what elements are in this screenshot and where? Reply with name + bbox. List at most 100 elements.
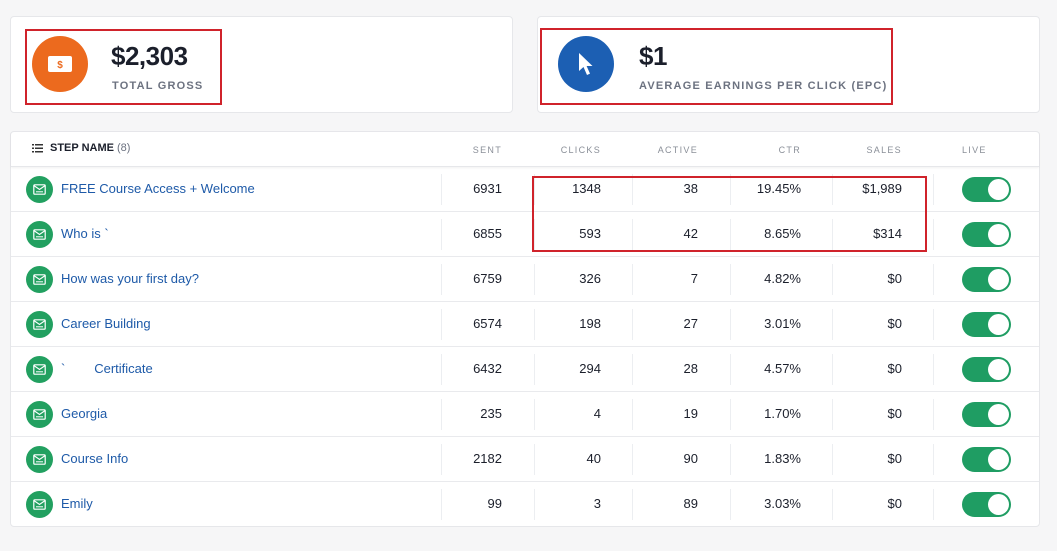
toggle-knob — [988, 494, 1009, 515]
sent-value: 235 — [480, 406, 502, 421]
column-divider — [832, 399, 833, 430]
column-divider — [933, 219, 934, 250]
step-name-link[interactable]: Course Info — [61, 451, 128, 466]
column-divider — [441, 399, 442, 430]
column-header-active[interactable]: ACTIVE — [658, 145, 698, 155]
email-step-icon — [26, 491, 53, 518]
column-divider — [730, 399, 731, 430]
column-header-live[interactable]: LIVE — [962, 145, 987, 155]
column-divider — [534, 399, 535, 430]
column-divider — [534, 489, 535, 520]
column-divider — [832, 264, 833, 295]
toggle-knob — [988, 314, 1009, 335]
column-divider — [632, 399, 633, 430]
highlight-box-epc — [540, 28, 893, 105]
sales-value: $0 — [887, 406, 902, 421]
step-name-link[interactable]: Emily — [61, 496, 93, 511]
sales-value: $0 — [887, 451, 902, 466]
sales-value: $0 — [887, 496, 902, 511]
column-divider — [441, 354, 442, 385]
ctr-value: 1.70% — [764, 406, 801, 421]
column-divider — [632, 309, 633, 340]
sent-value: 6855 — [473, 226, 502, 241]
clicks-value: 198 — [579, 316, 601, 331]
ctr-value: 3.03% — [764, 496, 801, 511]
sent-value: 2182 — [473, 451, 502, 466]
step-name-link[interactable]: Georgia — [61, 406, 107, 421]
active-value: 89 — [683, 496, 698, 511]
live-toggle[interactable] — [962, 312, 1011, 337]
step-name-link[interactable]: FREE Course Access + Welcome — [61, 181, 255, 196]
highlight-box-top-rows — [532, 176, 927, 252]
column-divider — [933, 399, 934, 430]
column-divider — [441, 444, 442, 475]
toggle-knob — [988, 179, 1009, 200]
column-divider — [441, 309, 442, 340]
column-header-sales[interactable]: SALES — [866, 145, 902, 155]
step-name-header[interactable]: STEP NAME (8) — [32, 142, 130, 154]
column-divider — [933, 354, 934, 385]
step-name-link[interactable]: ` Certificate — [61, 361, 153, 376]
clicks-value: 326 — [579, 271, 601, 286]
column-divider — [832, 444, 833, 475]
active-value: 90 — [683, 451, 698, 466]
live-toggle[interactable] — [962, 402, 1011, 427]
column-divider — [933, 489, 934, 520]
sent-value: 6432 — [473, 361, 502, 376]
column-divider — [933, 174, 934, 205]
live-toggle[interactable] — [962, 222, 1011, 247]
table-header: STEP NAME (8) SENT CLICKS ACTIVE CTR SAL… — [11, 132, 1039, 167]
sent-value: 99 — [487, 496, 502, 511]
active-value: 7 — [690, 271, 698, 286]
live-toggle[interactable] — [962, 492, 1011, 517]
column-divider — [632, 354, 633, 385]
column-divider — [534, 264, 535, 295]
column-divider — [441, 219, 442, 250]
step-name-link[interactable]: Who is ` — [61, 226, 109, 241]
column-divider — [933, 309, 934, 340]
step-name-label: STEP NAME — [50, 142, 114, 154]
column-divider — [632, 489, 633, 520]
live-toggle[interactable] — [962, 267, 1011, 292]
column-divider — [933, 444, 934, 475]
column-divider — [441, 174, 442, 205]
toggle-knob — [988, 404, 1009, 425]
email-step-icon — [26, 266, 53, 293]
sales-value: $0 — [887, 361, 902, 376]
column-divider — [441, 264, 442, 295]
clicks-value: 3 — [593, 496, 601, 511]
sent-value: 6759 — [473, 271, 502, 286]
ctr-value: 4.82% — [764, 271, 801, 286]
sent-value: 6931 — [473, 181, 502, 196]
sent-value: 6574 — [473, 316, 502, 331]
active-value: 28 — [683, 361, 698, 376]
column-divider — [632, 264, 633, 295]
toggle-knob — [988, 224, 1009, 245]
table-row: ` Certificate 6432 294 28 4.57% $0 — [11, 347, 1039, 392]
toggle-knob — [988, 359, 1009, 380]
email-step-icon — [26, 446, 53, 473]
column-divider — [730, 264, 731, 295]
column-header-sent[interactable]: SENT — [473, 145, 502, 155]
ctr-value: 1.83% — [764, 451, 801, 466]
email-step-icon — [26, 176, 53, 203]
column-divider — [730, 444, 731, 475]
ctr-value: 4.57% — [764, 361, 801, 376]
live-toggle[interactable] — [962, 177, 1011, 202]
column-divider — [730, 309, 731, 340]
toggle-knob — [988, 269, 1009, 290]
email-step-icon — [26, 401, 53, 428]
live-toggle[interactable] — [962, 357, 1011, 382]
active-value: 27 — [683, 316, 698, 331]
column-divider — [534, 309, 535, 340]
column-divider — [441, 489, 442, 520]
column-divider — [832, 354, 833, 385]
step-name-link[interactable]: Career Building — [61, 316, 151, 331]
column-header-clicks[interactable]: CLICKS — [561, 145, 601, 155]
email-step-icon — [26, 356, 53, 383]
clicks-value: 4 — [593, 406, 601, 421]
live-toggle[interactable] — [962, 447, 1011, 472]
step-name-link[interactable]: How was your first day? — [61, 271, 199, 286]
highlight-box-total-gross — [25, 29, 222, 105]
column-header-ctr[interactable]: CTR — [779, 145, 801, 155]
